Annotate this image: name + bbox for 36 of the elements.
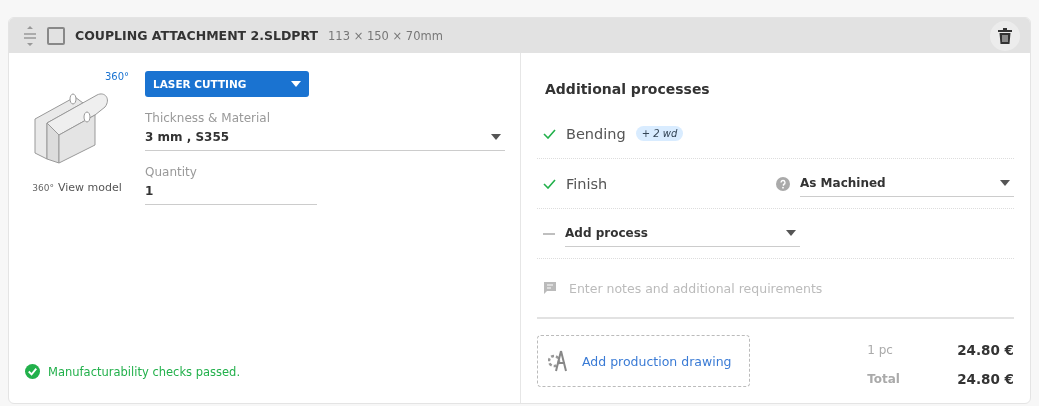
- finish-select[interactable]: As Machined: [800, 170, 1014, 197]
- process-label: Finish: [566, 175, 608, 192]
- checkbox[interactable]: [47, 26, 65, 45]
- process-label: Bending: [566, 125, 626, 142]
- view-model-link[interactable]: 360° View model: [32, 181, 122, 194]
- quantity-field[interactable]: 1: [145, 179, 317, 205]
- delete-button[interactable]: [990, 20, 1020, 51]
- check-circle-icon: [25, 364, 40, 379]
- drag-handle-icon[interactable]: [23, 24, 37, 47]
- price-label: Total: [867, 371, 901, 386]
- material-select[interactable]: 3 mm , S355: [145, 125, 505, 151]
- price-label: 1 pc: [867, 342, 894, 357]
- field-label: Thickness & Material: [145, 111, 272, 125]
- status-message: Manufacturability checks passed.: [48, 364, 241, 379]
- caret-icon: [291, 81, 301, 87]
- caret-icon: [491, 134, 501, 140]
- check-icon: [543, 178, 556, 189]
- lead-time-badge: + 2 wd: [635, 126, 684, 141]
- part-name: COUPLING ATTACHMENT 2.SLDPRT: [75, 28, 319, 43]
- trash-icon: [998, 27, 1012, 44]
- help-icon[interactable]: [776, 176, 790, 191]
- caret-icon: [786, 229, 796, 236]
- rotate-360-button[interactable]: 360°: [104, 71, 129, 82]
- check-icon: [543, 128, 556, 139]
- compass-icon: [548, 349, 568, 373]
- price-value: 24.80 €: [957, 370, 1014, 387]
- dash-icon: [543, 232, 555, 235]
- comment-icon: [543, 281, 557, 295]
- technology-dropdown[interactable]: LASER CUTTING: [145, 71, 309, 97]
- section-title: Additional processes: [545, 81, 711, 97]
- add-process-select[interactable]: Add process: [565, 220, 800, 247]
- price-value: 24.80 €: [957, 341, 1014, 358]
- field-label: Quantity: [145, 165, 198, 179]
- add-drawing-button[interactable]: Add production drawing: [537, 335, 750, 387]
- part-dimensions: 113 × 150 × 70mm: [328, 28, 444, 43]
- caret-icon: [1000, 179, 1010, 186]
